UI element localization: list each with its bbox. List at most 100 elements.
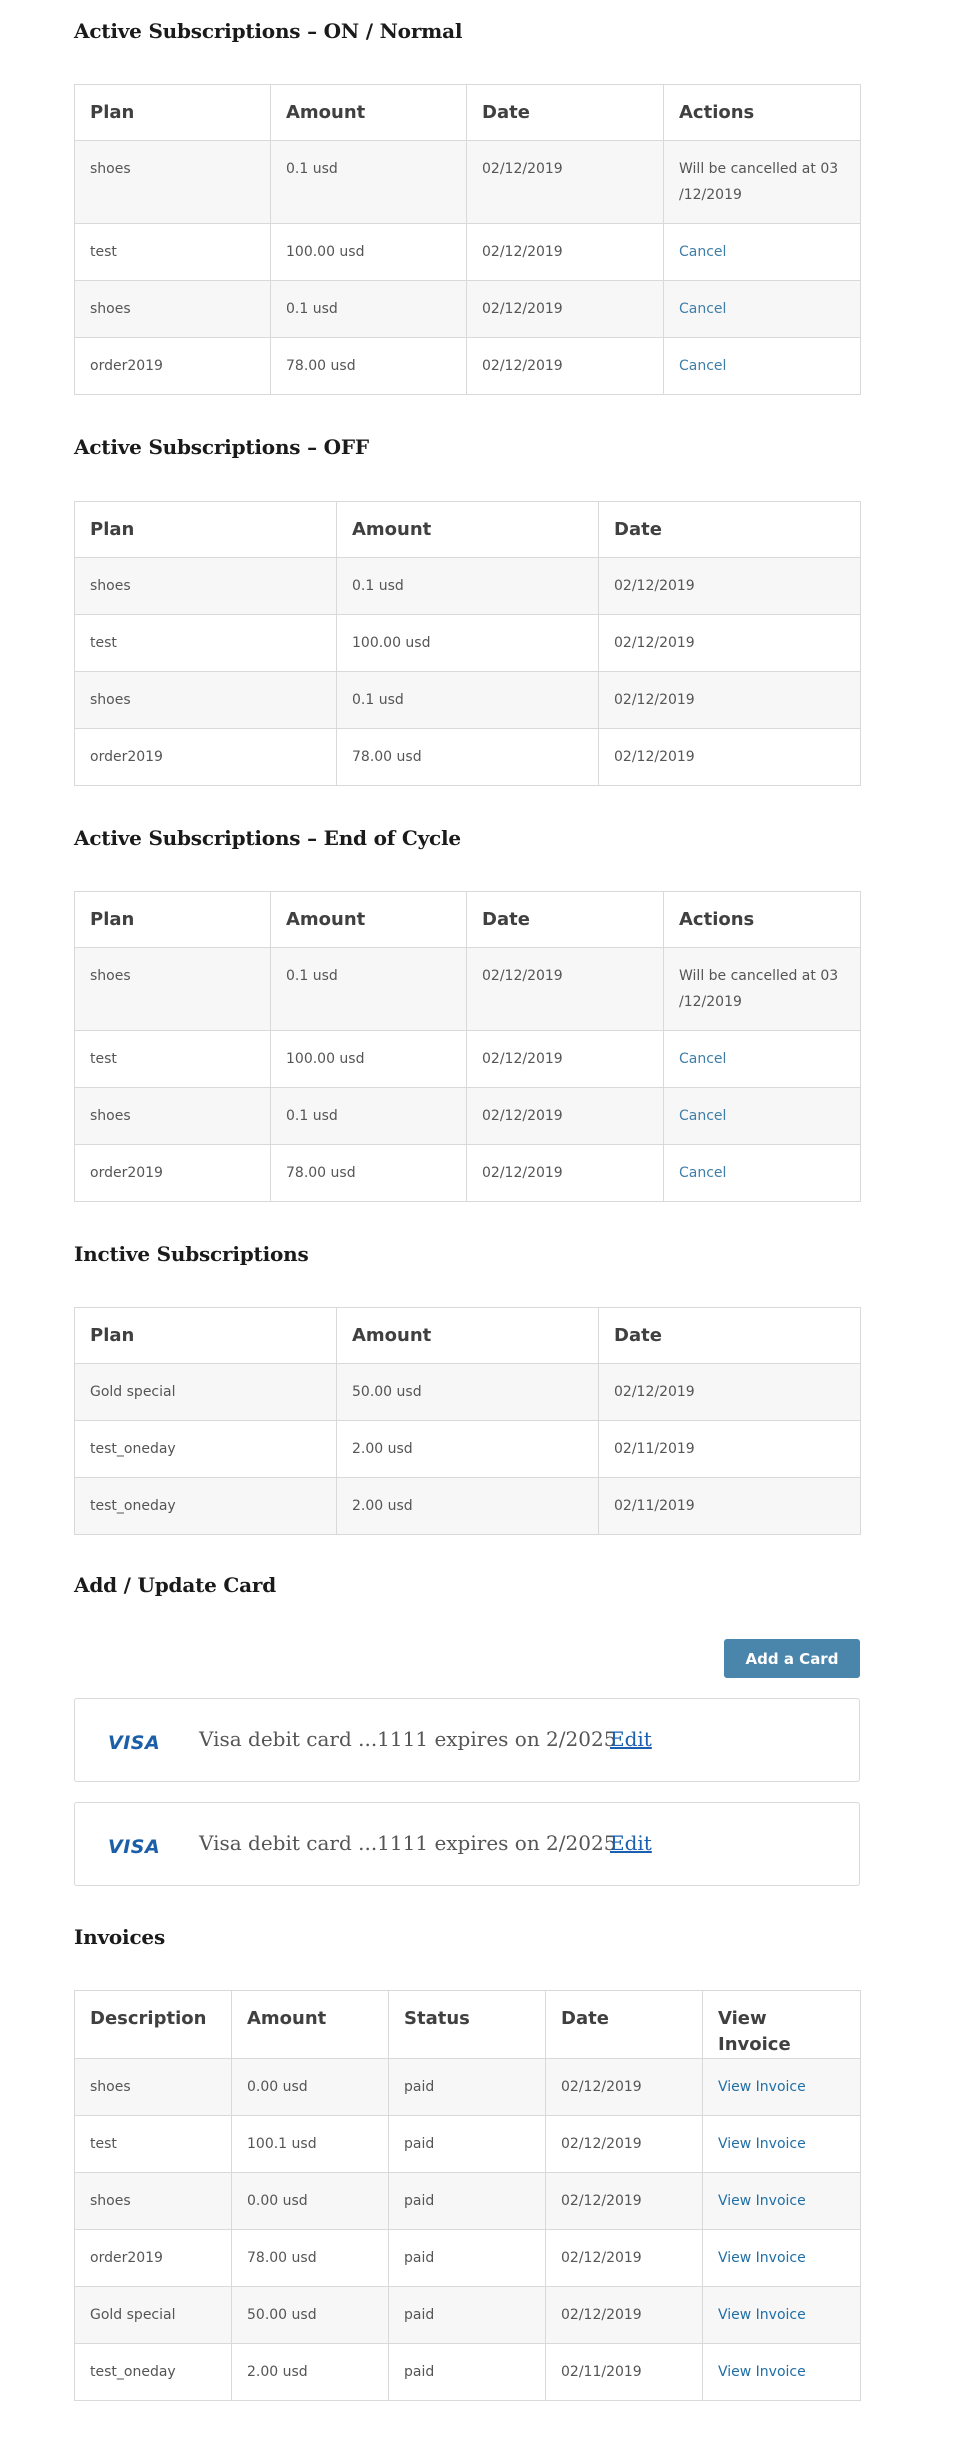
view-invoice-cell: View Invoice [702,2058,861,2116]
visa-logo: VISA [108,1836,161,1858]
column-header-description: Description [74,1990,232,2059]
amount-cell: 2.00 usd [336,1477,599,1535]
date-cell: 02/12/2019 [545,2172,703,2230]
amount-cell: 0.1 usd [270,280,467,338]
table-row: test 100.1 usd paid 02/12/2019 View Invo… [74,2115,861,2173]
date-cell: 02/12/2019 [598,671,861,729]
active-off-table: Plan Amount Date shoes 0.1 usd 02/12/201… [74,501,861,786]
view-invoice-link[interactable]: View Invoice [718,2250,806,2266]
table-row: shoes 0.1 usd 02/12/2019 Cancel [74,1087,861,1145]
date-cell: 02/12/2019 [466,223,664,281]
actions-cell: Cancel [663,280,861,338]
view-invoice-link[interactable]: View Invoice [718,2364,806,2380]
amount-cell: 100.00 usd [270,223,467,281]
plan-cell: shoes [74,671,337,729]
date-cell: 02/12/2019 [466,1030,664,1088]
view-invoice-link[interactable]: View Invoice [718,2136,806,2152]
date-cell: 02/11/2019 [598,1420,861,1478]
column-header-amount: Amount [270,891,467,948]
date-cell: 02/12/2019 [598,557,861,615]
amount-cell: 0.00 usd [231,2058,389,2116]
view-invoice-cell: View Invoice [702,2343,861,2401]
plan-cell: shoes [74,280,271,338]
column-header-actions: Actions [663,84,861,141]
view-invoice-link[interactable]: View Invoice [718,2079,806,2095]
column-header-date: Date [598,501,861,558]
cancel-link[interactable]: Cancel [679,358,726,374]
edit-card-link[interactable]: Edit [610,1727,652,1751]
plan-cell: order2019 [74,728,337,786]
amount-cell: 0.1 usd [270,947,467,1031]
table-row: test 100.00 usd 02/12/2019 [74,614,861,672]
date-cell: 02/11/2019 [545,2343,703,2401]
actions-cell: Cancel [663,337,861,395]
plan-cell: Gold special [74,1363,337,1421]
section-title-active-on: Active Subscriptions – ON / Normal [74,19,463,43]
add-card-button[interactable]: Add a Card [724,1639,860,1678]
description-cell: test_oneday [74,2343,232,2401]
description-cell: shoes [74,2172,232,2230]
date-cell: 02/12/2019 [545,2286,703,2344]
date-cell: 02/12/2019 [545,2058,703,2116]
table-row: shoes 0.00 usd paid 02/12/2019 View Invo… [74,2058,861,2116]
view-invoice-link[interactable]: View Invoice [718,2307,806,2323]
amount-cell: 100.1 usd [231,2115,389,2173]
column-header-plan: Plan [74,1307,337,1364]
cancel-link[interactable]: Cancel [679,1051,726,1067]
plan-cell: order2019 [74,1144,271,1202]
column-header-plan: Plan [74,891,271,948]
view-invoice-cell: View Invoice [702,2229,861,2287]
table-header-row: Plan Amount Date [74,1307,861,1364]
table-row: shoes 0.1 usd 02/12/2019 Will be cancell… [74,140,861,224]
saved-card: VISA Visa debit card ...1111 expires on … [74,1698,860,1782]
table-row: shoes 0.00 usd paid 02/12/2019 View Invo… [74,2172,861,2230]
active-end-of-cycle-table: Plan Amount Date Actions shoes 0.1 usd 0… [74,891,861,1202]
description-cell: test [74,2115,232,2173]
plan-cell: test_oneday [74,1477,337,1535]
column-header-plan: Plan [74,84,271,141]
cancel-link[interactable]: Cancel [679,1108,726,1124]
amount-cell: 50.00 usd [231,2286,389,2344]
amount-cell: 78.00 usd [270,1144,467,1202]
view-invoice-cell: View Invoice [702,2172,861,2230]
section-title-active-end-of-cycle: Active Subscriptions – End of Cycle [74,826,461,850]
plan-cell: test_oneday [74,1420,337,1478]
column-header-amount: Amount [336,501,599,558]
cancel-link[interactable]: Cancel [679,244,726,260]
column-header-amount: Amount [231,1990,389,2059]
date-cell: 02/12/2019 [545,2229,703,2287]
date-cell: 02/12/2019 [466,140,664,224]
table-header-row: Plan Amount Date Actions [74,891,861,948]
date-cell: 02/12/2019 [466,280,664,338]
column-header-date: Date [598,1307,861,1364]
table-header-row: Description Amount Status Date View Invo… [74,1990,861,2059]
section-title-active-off: Active Subscriptions – OFF [74,435,369,459]
table-row: shoes 0.1 usd 02/12/2019 [74,671,861,729]
column-header-plan: Plan [74,501,337,558]
actions-cell: Cancel [663,1144,861,1202]
table-row: test_oneday 2.00 usd 02/11/2019 [74,1477,861,1535]
actions-cell: Cancel [663,1030,861,1088]
table-row: test_oneday 2.00 usd paid 02/11/2019 Vie… [74,2343,861,2401]
table-row: Gold special 50.00 usd 02/12/2019 [74,1363,861,1421]
cancel-link[interactable]: Cancel [679,1165,726,1181]
date-cell: 02/12/2019 [545,2115,703,2173]
view-invoice-cell: View Invoice [702,2115,861,2173]
amount-cell: 0.1 usd [336,671,599,729]
cancel-link[interactable]: Cancel [679,301,726,317]
section-title-add-update-card: Add / Update Card [74,1573,277,1597]
column-header-amount: Amount [270,84,467,141]
section-title-inactive: Inctive Subscriptions [74,1242,309,1266]
plan-cell: order2019 [74,337,271,395]
amount-cell: 100.00 usd [270,1030,467,1088]
edit-card-link[interactable]: Edit [610,1831,652,1855]
column-header-view-invoice: View Invoice [702,1990,861,2059]
status-cell: paid [388,2172,546,2230]
date-cell: 02/12/2019 [598,1363,861,1421]
inactive-table: Plan Amount Date Gold special 50.00 usd … [74,1307,861,1535]
date-cell: 02/11/2019 [598,1477,861,1535]
column-header-amount: Amount [336,1307,599,1364]
status-cell: paid [388,2229,546,2287]
view-invoice-link[interactable]: View Invoice [718,2193,806,2209]
actions-cell: Cancel [663,1087,861,1145]
